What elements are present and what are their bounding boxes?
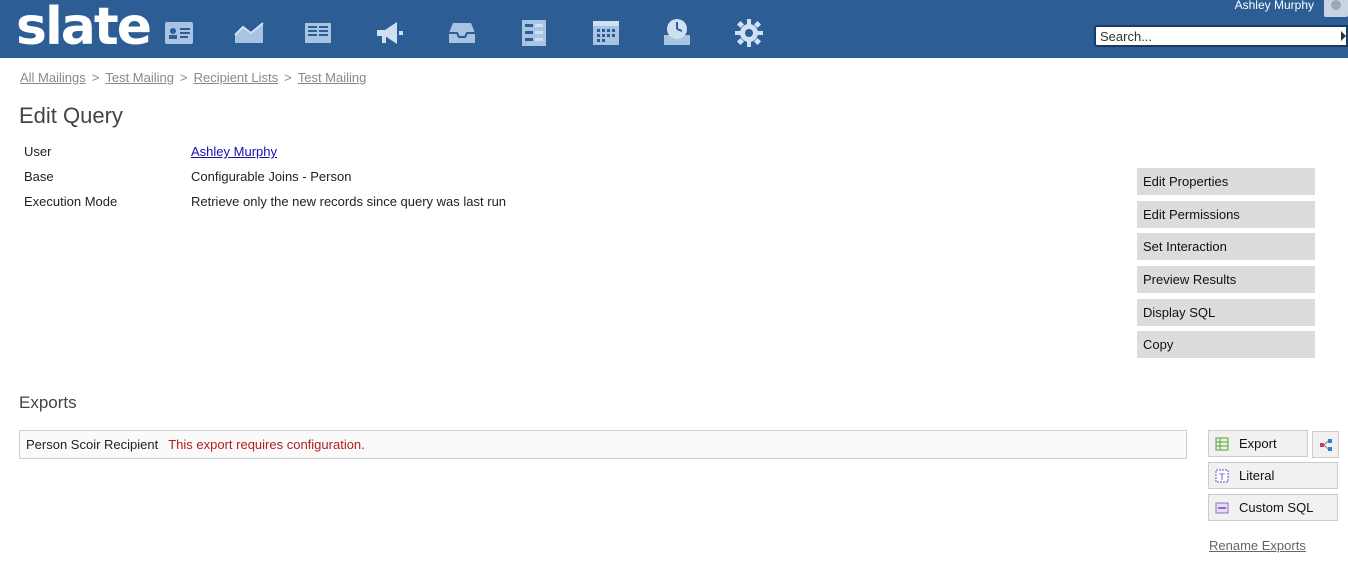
deliver-icon[interactable] [373, 17, 405, 49]
copy-button[interactable]: Copy [1137, 331, 1315, 359]
settings-icon[interactable] [733, 17, 765, 49]
exports-heading: Exports [19, 393, 77, 412]
search-submit-icon[interactable] [1341, 31, 1346, 41]
edit-permissions-button[interactable]: Edit Permissions [1137, 200, 1315, 228]
page-title: Edit Query [19, 103, 123, 128]
records-icon[interactable] [163, 17, 195, 49]
export-row[interactable]: Person Scoir Recipient This export requir… [19, 430, 1187, 459]
export-label: Person Scoir Recipient [26, 437, 159, 452]
rename-exports-link[interactable]: Rename Exports [1209, 538, 1306, 553]
literal-button-label: Literal [1239, 468, 1275, 483]
breadcrumb-separator: > [284, 70, 292, 85]
breadcrumb-test-mailing[interactable]: Test Mailing [105, 70, 174, 85]
breadcrumb-separator: > [91, 70, 100, 85]
edit-properties-button[interactable]: Edit Properties [1137, 168, 1315, 195]
property-value: Ashley Murphy [191, 144, 277, 159]
property-value: Configurable Joins - Person [191, 169, 352, 184]
top-bar: slate Ashley Murphy [0, 0, 1348, 58]
slate-logo[interactable]: slate [16, 0, 152, 60]
search-input[interactable] [1094, 25, 1348, 47]
reports-icon[interactable] [233, 17, 265, 49]
property-row-base: Base Configurable Joins - Person [24, 169, 624, 194]
breadcrumb-all-mailings[interactable]: All Mailings [20, 70, 86, 85]
breadcrumb-test-mailing-current[interactable]: Test Mailing [298, 70, 367, 85]
property-value: Retrieve only the new records since quer… [191, 194, 507, 209]
forms-icon[interactable] [302, 17, 334, 49]
breadcrumb-recipient-lists[interactable]: Recipient Lists [194, 70, 279, 85]
inbox-icon[interactable] [446, 17, 478, 49]
export-icon [1215, 437, 1229, 451]
events-icon[interactable] [590, 17, 622, 49]
breadcrumb: All Mailings > Test Mailing > Recipient List… [20, 70, 366, 85]
custom-sql-button[interactable]: Custom SQL [1208, 494, 1338, 521]
avatar[interactable] [1324, 0, 1348, 17]
query-properties: User Ashley Murphy Base Configurable Joi… [24, 144, 624, 219]
export-warning: This export requires configuration. [168, 437, 365, 452]
property-label: User [24, 144, 52, 159]
custom-sql-button-label: Custom SQL [1239, 500, 1314, 515]
set-interaction-button[interactable]: Set Interaction [1137, 233, 1315, 261]
user-name[interactable]: Ashley Murphy [1235, 0, 1314, 12]
queries-icon[interactable] [518, 17, 550, 49]
property-label: Base [24, 169, 54, 184]
export-tools: Export T Literal Custom SQL [1208, 430, 1339, 526]
scheduler-icon[interactable] [661, 17, 693, 49]
sql-icon [1215, 501, 1229, 515]
property-label: Execution Mode [24, 194, 118, 209]
export-button[interactable]: Export [1208, 430, 1339, 458]
query-actions: Edit Properties Edit Permissions Set Int… [1137, 168, 1315, 364]
breadcrumb-separator: > [179, 70, 188, 85]
svg-text:T: T [1218, 473, 1225, 483]
hierarchy-icon [1319, 438, 1332, 451]
property-row-execution-mode: Execution Mode Retrieve only the new rec… [24, 194, 624, 219]
display-sql-button[interactable]: Display SQL [1137, 298, 1315, 326]
property-row-user: User Ashley Murphy [24, 144, 624, 169]
literal-button[interactable]: T Literal [1208, 462, 1338, 489]
preview-results-button[interactable]: Preview Results [1137, 266, 1315, 294]
literal-icon: T [1215, 469, 1229, 483]
user-link[interactable]: Ashley Murphy [191, 144, 277, 159]
export-button-label: Export [1239, 436, 1277, 451]
export-options-button[interactable] [1312, 431, 1339, 458]
